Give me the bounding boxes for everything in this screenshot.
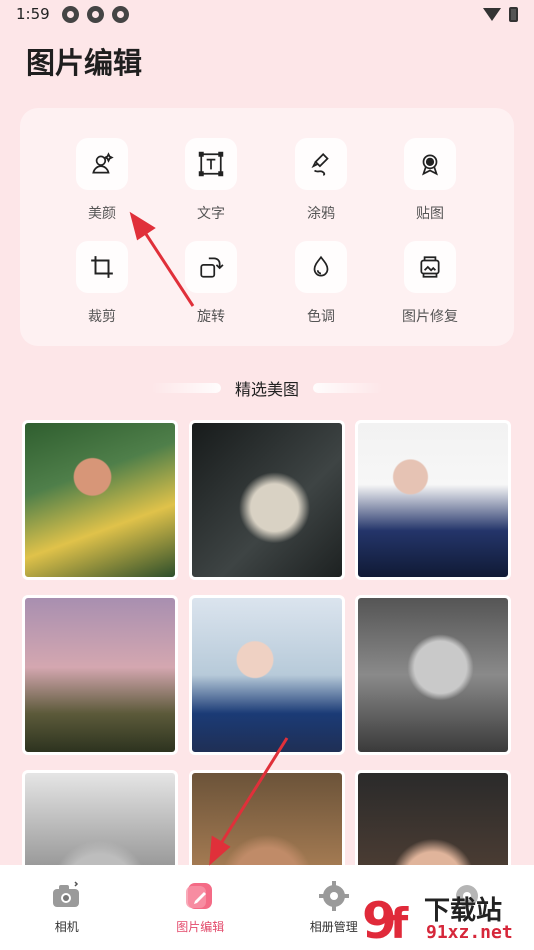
watermark-logo: 9 f [362, 892, 409, 948]
nav-label: 相机 [54, 920, 79, 934]
tool-label: 文字 [197, 206, 225, 222]
rotate-icon [185, 241, 237, 293]
tools-panel: 美颜 文字 涂鸦 贴图 裁剪 旋转 色调 图片修复 [20, 108, 514, 346]
notification-icon [61, 5, 79, 23]
tool-beauty[interactable]: 美颜 [57, 138, 147, 228]
text-icon [185, 138, 237, 190]
tool-color-tone[interactable]: 色调 [276, 241, 366, 331]
svg-text:f: f [390, 899, 409, 948]
beauty-face-icon [76, 138, 128, 190]
notification-icon [86, 5, 104, 23]
watermark-url: 91xz.net [426, 922, 513, 943]
section-decoration [150, 383, 221, 393]
color-tone-icon [295, 241, 347, 293]
crop-icon [76, 241, 128, 293]
tool-label: 色调 [307, 309, 335, 325]
camera-icon [52, 881, 79, 907]
gallery-photo[interactable] [355, 420, 511, 580]
gear-icon [318, 881, 349, 911]
tool-sticker[interactable]: 贴图 [385, 138, 475, 228]
tool-label: 贴图 [416, 206, 444, 222]
watermark: 9 f 下载站 91xz.net [360, 888, 532, 948]
tool-label: 美颜 [88, 206, 116, 222]
nav-label: 相册管理 [309, 920, 358, 934]
gallery-photo[interactable] [189, 420, 345, 580]
page-title: 图片编辑 [26, 46, 143, 80]
nav-label: 图片编辑 [176, 920, 225, 934]
nav-photo-edit[interactable]: 图片编辑 [134, 865, 268, 950]
tool-doodle[interactable]: 涂鸦 [276, 138, 366, 228]
tool-label: 图片修复 [402, 309, 458, 325]
tool-crop[interactable]: 裁剪 [57, 241, 147, 331]
tool-label: 旋转 [197, 309, 225, 325]
doodle-brush-icon [295, 138, 347, 190]
tool-label: 裁剪 [88, 309, 116, 325]
tool-text[interactable]: 文字 [166, 138, 256, 228]
wifi-icon [483, 7, 501, 21]
gallery-photo[interactable] [22, 420, 178, 580]
edit-icon [186, 883, 213, 909]
gallery-photo[interactable] [189, 595, 345, 755]
notification-icon [111, 5, 129, 23]
gallery-photo[interactable] [22, 595, 178, 755]
tool-rotate[interactable]: 旋转 [166, 241, 256, 331]
section-header: 精选美图 [0, 376, 534, 400]
section-decoration [313, 383, 383, 393]
tool-label: 涂鸦 [307, 206, 335, 222]
nav-camera[interactable]: 相机 [0, 865, 134, 950]
status-bar: 1:59 [0, 0, 534, 28]
section-title: 精选美图 [234, 380, 299, 399]
sticker-icon [404, 138, 456, 190]
tool-photo-repair[interactable]: 图片修复 [385, 241, 475, 331]
gallery-photo[interactable] [355, 595, 511, 755]
status-time: 1:59 [16, 5, 50, 23]
photo-repair-icon [404, 241, 456, 293]
battery-icon [509, 6, 518, 22]
